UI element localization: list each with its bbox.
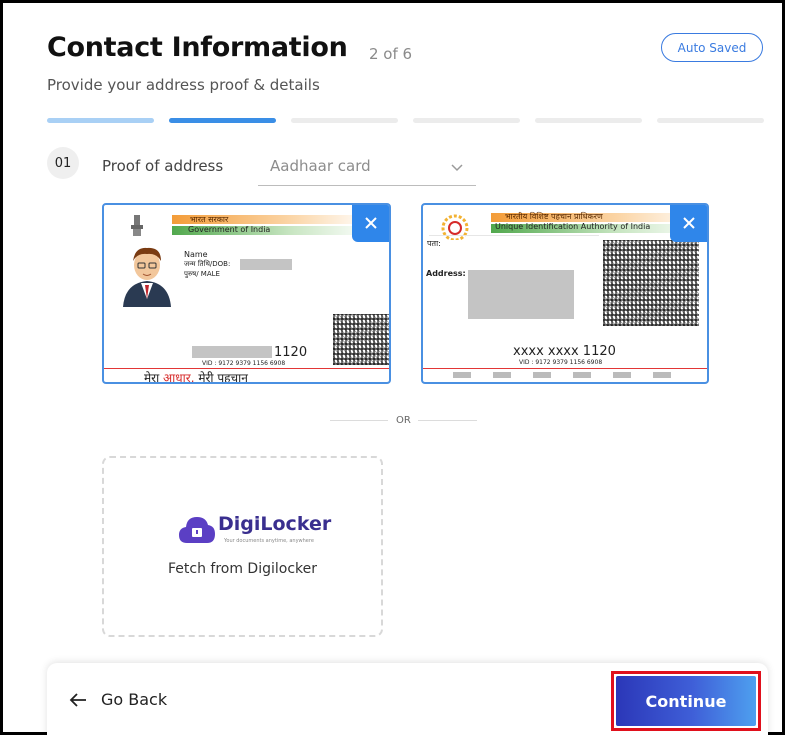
page-title: Contact Information (47, 32, 348, 63)
close-icon (683, 217, 695, 229)
tagline-part-2: आधार, (163, 371, 195, 384)
qr-code (333, 314, 389, 365)
card-gender: पुरुष/ MALE (184, 270, 220, 278)
card-tagline: मेरा आधार, मेरी पहचान (144, 369, 248, 384)
remove-front-card-button[interactable] (352, 205, 389, 242)
redacted-dob (240, 259, 292, 270)
remove-back-card-button[interactable] (670, 205, 707, 242)
close-icon (365, 217, 377, 229)
progress-segment-6 (657, 118, 764, 123)
chevron-down-icon (451, 164, 463, 172)
digilocker-logo-icon (179, 517, 215, 543)
footer-bar: Go Back Continue (47, 663, 768, 735)
back-address-hi: पता: (427, 239, 441, 248)
or-divider-left (330, 420, 388, 421)
continue-highlight: Continue (611, 671, 761, 731)
step-number-badge: 01 (47, 147, 79, 179)
redacted-address (468, 270, 574, 319)
digilocker-logo-text: DigiLocker (218, 513, 332, 535)
aadhaar-back-card: भारतीय विशिष्ट पहचान प्राधिकरण Unique Id… (421, 203, 709, 384)
progress-segment-3 (291, 118, 398, 123)
card-vid: VID : 9172 9379 1156 6908 (202, 360, 286, 367)
back-vid: VID : 9172 9379 1156 6908 (519, 359, 603, 366)
go-back-button[interactable]: Go Back (69, 690, 167, 709)
progress-segment-5 (535, 118, 642, 123)
go-back-label: Go Back (101, 690, 168, 709)
auto-saved-badge: Auto Saved (661, 33, 763, 62)
aadhaar-front-card: भारत सरकार Government of India Name जन्म… (102, 203, 391, 384)
digilocker-caption: Fetch from Digilocker (167, 561, 318, 577)
page-subtitle: Provide your address proof & details (47, 76, 320, 94)
back-authority-hi: भारतीय विशिष्ट पहचान प्राधिकरण (505, 212, 603, 221)
or-divider-right (418, 420, 477, 421)
back-authority-en: Unique Identification Authority of India (495, 222, 651, 231)
continue-button[interactable]: Continue (616, 676, 756, 726)
back-qr-code (603, 240, 699, 326)
card-dob-label: जन्म तिथि/DOB: (184, 260, 231, 268)
arrow-left-icon (69, 692, 86, 707)
emblem-icon (131, 215, 143, 236)
card-number-suffix: 1120 (274, 345, 308, 360)
back-footer-strip (453, 372, 693, 378)
card-hindi-gov: भारत सरकार (190, 215, 229, 224)
redacted-aadhaar-number (192, 346, 272, 358)
back-divider (429, 235, 599, 236)
or-divider-text: OR (396, 415, 411, 426)
card-name-label: Name (184, 250, 208, 259)
tagline-part-3: मेरी पहचान (194, 371, 248, 384)
document-type-value: Aadhaar card (270, 157, 371, 175)
back-red-line (423, 368, 707, 369)
progress-bar (47, 118, 764, 123)
fetch-from-digilocker-option[interactable]: DigiLocker Your documents anytime, anywh… (102, 456, 383, 637)
proof-of-address-label: Proof of address (102, 157, 224, 175)
document-type-select[interactable]: Aadhaar card (258, 150, 476, 186)
person-avatar-icon (123, 247, 171, 307)
progress-segment-1 (47, 118, 154, 123)
step-counter: 2 of 6 (369, 45, 413, 63)
tagline-part-1: मेरा (144, 371, 164, 384)
back-address-label: Address: (426, 269, 466, 278)
card-gov-label: Government of India (188, 225, 271, 234)
progress-segment-4 (413, 118, 520, 123)
progress-segment-2 (169, 118, 276, 123)
digilocker-tagline: Your documents anytime, anywhere (224, 538, 314, 544)
back-aadhaar-number: xxxx xxxx 1120 (513, 344, 616, 359)
